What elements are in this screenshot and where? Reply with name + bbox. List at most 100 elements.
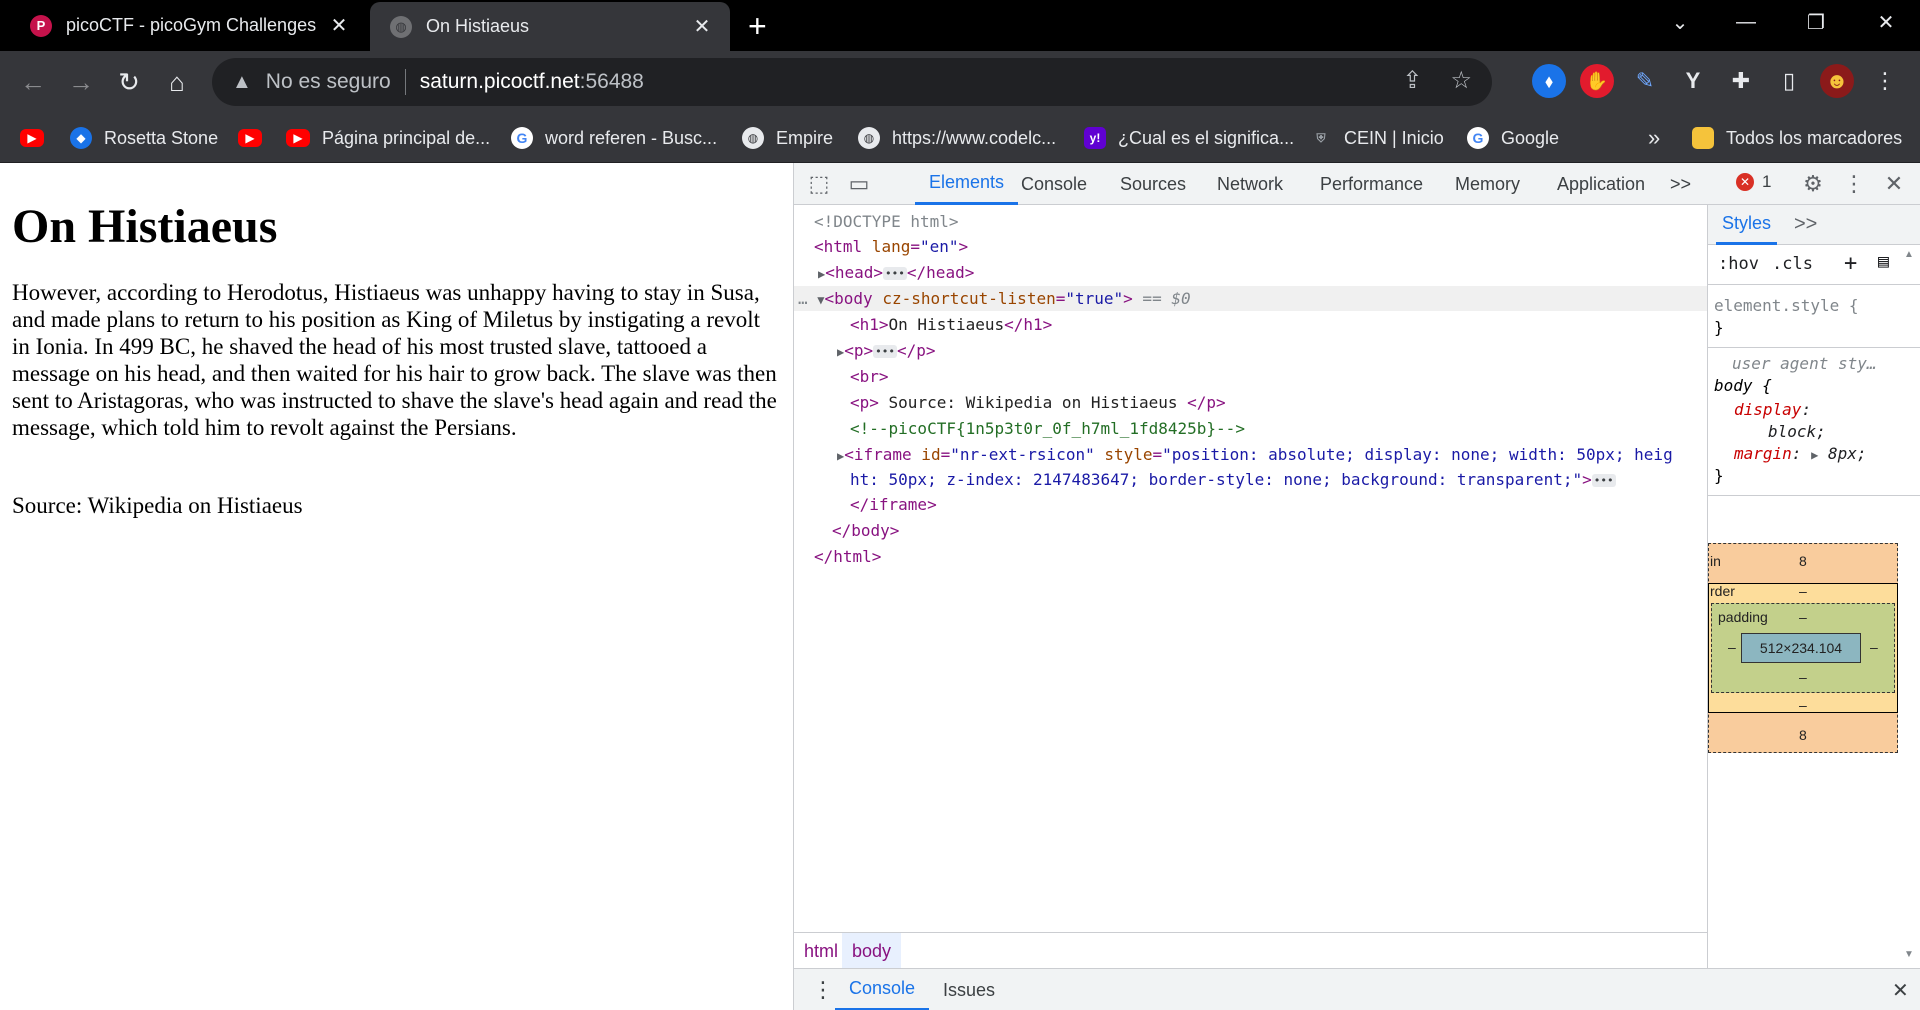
padding-left-value[interactable]: – [1728,639,1736,655]
margin-top-value[interactable]: 8 [1799,553,1807,569]
close-devtools-icon[interactable]: ✕ [1879,170,1909,198]
extension-blue-drop-icon[interactable]: ⬧ [1532,64,1566,98]
all-bookmarks-folder[interactable]: Todos los marcadores [1692,113,1902,163]
inspect-element-icon[interactable]: ⬚ [804,170,834,198]
display-declaration[interactable]: display: [1734,399,1811,421]
bookmark-cein[interactable]: ⛨ CEIN | Inicio [1310,113,1443,163]
scroll-up-arrow-icon[interactable]: ▲ [1904,249,1914,260]
bookmark-youtube-2[interactable]: ▶ [238,113,274,163]
border-bottom-value[interactable]: – [1799,697,1807,713]
extensions-puzzle-icon[interactable]: ✚ [1724,64,1758,98]
drawer-tab-console[interactable]: Console [835,969,930,1010]
body-selector[interactable]: body { [1714,375,1772,397]
collapse-triangle-icon[interactable]: ▼ [817,293,824,307]
profile-avatar[interactable]: ☻ [1820,64,1854,98]
warning-triangle-icon[interactable]: ▲ [232,71,252,94]
hov-toggle[interactable]: :hov [1718,254,1759,274]
tab-search-chevron-icon[interactable]: ⌄ [1650,0,1710,44]
box-model-content[interactable]: 512×234.104 [1741,633,1861,663]
bookmark-wordreference[interactable]: G word referen - Busc... [511,113,717,163]
breadcrumb-html[interactable]: html [794,933,848,969]
forward-arrow-icon[interactable]: → [62,63,100,101]
browser-tab-histiaeus[interactable]: ◍ On Histiaeus ✕ [370,2,730,51]
eyedropper-icon[interactable]: ✎ [1628,64,1662,98]
share-icon[interactable]: ⇪ [1402,66,1422,95]
tab-sources[interactable]: Sources [1120,163,1186,205]
padding-bottom-value[interactable]: – [1799,669,1807,685]
drawer-menu-icon[interactable]: ⋮ [812,969,834,1010]
close-drawer-icon[interactable]: ✕ [1892,969,1909,1010]
ellipsis-icon[interactable]: ••• [1591,474,1616,487]
padding-right-value[interactable]: – [1870,639,1878,655]
dom-html-open[interactable]: <html lang="en"> [814,234,968,259]
dom-p[interactable]: ▶<p> ••• </p> [837,338,936,363]
margin-bottom-value[interactable]: 8 [1799,727,1807,743]
home-icon[interactable]: ⌂ [158,63,196,101]
devtools-menu-icon[interactable]: ⋮ [1839,170,1869,198]
dom-br[interactable]: <br> [850,364,889,389]
dom-iframe-wrap[interactable]: ht: 50px; z-index: 2147483647; border-st… [850,467,1616,492]
tab-performance[interactable]: Performance [1320,163,1423,205]
dom-h1[interactable]: <h1>On Histiaeus</h1> [850,312,1052,337]
bookmark-empire[interactable]: ◍ Empire [742,113,833,163]
browser-tab-picoctf[interactable]: P picoCTF - picoGym Challenges ✕ [0,0,367,51]
dom-p-source[interactable]: <p> Source: Wikipedia on Histiaeus </p> [850,390,1226,415]
breadcrumb-body[interactable]: body [842,933,902,969]
margin-declaration[interactable]: margin: ▶ 8px; [1734,443,1866,466]
new-rule-plus-icon[interactable]: + [1844,251,1857,276]
reload-icon[interactable]: ↻ [110,63,148,101]
dom-body-open[interactable]: … ▼<body cz-shortcut-listen="true"> == $… [794,286,1707,311]
window-close-icon[interactable]: ✕ [1856,0,1916,44]
scroll-down-arrow-icon[interactable]: ▼ [1904,949,1914,960]
side-panel-icon[interactable]: ▯ [1772,64,1806,98]
dom-body-close[interactable]: </body> [832,518,899,543]
dom-comment-flag[interactable]: <!--picoCTF{1n5p3t0r_0f_h7ml_1fd8425b}--… [850,416,1245,441]
tab-elements[interactable]: Elements [915,163,1019,205]
bookmark-pagina-principal[interactable]: ▶ Página principal de... [286,113,490,163]
more-menu-icon[interactable]: ⋮ [1868,64,1902,98]
back-arrow-icon[interactable]: ← [14,63,52,101]
dom-tree[interactable]: <!DOCTYPE html> <html lang="en"> ▶<head>… [794,205,1707,932]
extension-red-hand-icon[interactable]: ✋ [1580,64,1614,98]
settings-gear-icon[interactable]: ⚙ [1798,170,1828,198]
security-status[interactable]: No es seguro [266,70,391,94]
row-menu-ellipsis-icon[interactable]: … [798,289,808,308]
ellipsis-icon[interactable]: ••• [883,267,907,280]
tab-application[interactable]: Application [1557,163,1645,205]
bookmark-youtube[interactable]: ▶ [20,113,56,163]
bookmark-rosetta-stone[interactable]: ◆ Rosetta Stone [70,113,218,163]
cls-toggle[interactable]: .cls [1772,254,1813,274]
attr-value: "en" [919,237,959,256]
extension-y-icon[interactable]: Y [1676,64,1710,98]
new-tab-plus-icon[interactable]: + [748,8,767,45]
bookmark-codelco[interactable]: ◍ https://www.codelc... [858,113,1056,163]
close-tab-icon[interactable]: ✕ [692,14,712,39]
paint-brush-icon[interactable]: ▤ [1878,251,1889,272]
ellipsis-icon[interactable]: ••• [873,345,898,358]
bookmarks-overflow-chevron-icon[interactable]: » [1648,113,1660,163]
close-tab-icon[interactable]: ✕ [329,13,349,38]
drawer-tab-issues[interactable]: Issues [943,969,995,1010]
device-toolbar-icon[interactable]: ▭ [844,170,874,198]
dom-head[interactable]: ▶<head> ••• </head> [818,260,974,285]
error-counter[interactable]: ✕ 1 [1736,172,1771,192]
dom-iframe[interactable]: ▶<iframe id="nr-ext-rsicon" style="posit… [837,442,1673,467]
tab-network[interactable]: Network [1217,163,1283,205]
restore-icon[interactable]: ❐ [1786,0,1846,44]
dom-iframe-close[interactable]: </iframe> [850,492,937,517]
tab-memory[interactable]: Memory [1455,163,1520,205]
border-top-value[interactable]: – [1799,583,1807,599]
bookmark-star-icon[interactable]: ☆ [1450,66,1472,95]
address-bar[interactable]: ▲ No es seguro saturn.picoctf.net :56488… [212,58,1492,106]
styles-more-chevron-icon[interactable]: >> [1794,213,1817,236]
minimize-icon[interactable]: — [1716,0,1776,44]
element-style-selector[interactable]: element.style { [1714,295,1859,317]
tab-styles[interactable]: Styles [1716,205,1778,245]
dom-doctype[interactable]: <!DOCTYPE html> [814,209,959,234]
bookmark-google[interactable]: G Google [1467,113,1559,163]
padding-top-value[interactable]: – [1799,609,1807,625]
dom-html-close[interactable]: </html> [814,544,881,569]
tab-console[interactable]: Console [1021,163,1087,205]
more-tabs-chevron-icon[interactable]: >> [1670,163,1691,205]
bookmark-yahoo[interactable]: y! ¿Cual es el significa... [1084,113,1294,163]
